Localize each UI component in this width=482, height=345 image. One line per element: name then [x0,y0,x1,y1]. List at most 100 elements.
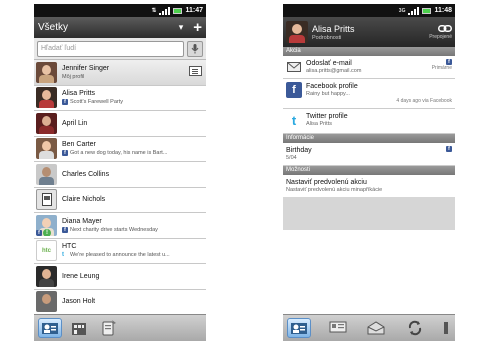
contact-row[interactable]: Claire Nichols [34,187,206,213]
contacts-header: Všetky ▾ + [34,17,206,38]
link-contacts-button[interactable]: Prepojené [429,24,452,40]
notification-badge-icon: ! [43,228,51,236]
contact-status: We're pleased to announce the latest u..… [70,252,170,259]
contact-row[interactable]: Irene Leung [34,264,206,290]
updates-tab[interactable] [403,318,427,338]
filter-dropdown-label[interactable]: Všetky [38,22,179,33]
option-description: Nastaviť predvolenú akciu minapříkácie [286,187,383,193]
signal-icon [159,6,171,15]
messages-tab-icon [329,321,346,333]
avatar [36,163,57,185]
contact-row-my-profile[interactable]: Jennifer Singer Môj profil [34,60,206,86]
facebook-profile-row[interactable]: f Facebook profile Rainy but happy... 4 d… [283,79,455,109]
contact-row[interactable]: f! Diana Mayer f Next charity drive starts… [34,213,206,239]
action-label: Odoslať e-mail [306,60,352,67]
htc-logo: htc [36,240,57,262]
facebook-icon: f [286,82,302,98]
contact-status: Scott's Farewell Party [70,99,124,106]
contact-row[interactable]: April Lin [34,111,206,137]
info-label: Birthday [286,147,312,154]
facebook-icon: f [62,150,68,157]
contact-details-header: Alisa Pritts Podrobnosti Prepojené [283,17,455,47]
birthday-row[interactable]: Birthday 5/04 f [283,143,455,166]
facebook-icon: f [36,229,42,236]
call-history-tab-icon [102,320,116,336]
contact-name: Claire Nichols [62,196,106,204]
contact-name: Alisa Pritts [62,90,96,98]
contact-row[interactable]: Ben Carter f Got a new dog today, his name… [34,136,206,162]
chevron-down-icon[interactable]: ▾ [179,22,184,33]
contact-row[interactable]: Alisa Pritts f Scott's Farewell Party [34,85,206,111]
avatar [36,61,57,83]
updates-tab-icon [408,320,421,336]
status-bar: ⇅ 11:47 [34,4,206,17]
network-type: 3G [398,7,406,14]
signal-icon [408,6,420,15]
facebook-icon: f [62,99,68,106]
link-label: Prepojené [429,33,452,40]
birthday-value: 5/04 [286,155,297,161]
details-tab[interactable] [287,318,311,338]
search-input[interactable]: Hľadať ľudí [37,40,184,57]
avatar [286,21,308,43]
twitter-profile-row[interactable]: t Twitter profile Alisa Pritts [283,109,455,134]
link-icon [438,24,452,32]
vcard-icon[interactable] [189,66,202,76]
section-header-info: Informácie [283,134,455,143]
twitter-icon: t [291,112,297,128]
contact-name: Alisa Pritts [312,23,355,34]
messages-tab[interactable] [326,318,350,338]
default-contact-icon [36,189,57,211]
groups-tab-icon [72,323,86,335]
send-email-row[interactable]: Odoslať e-mail alisa.pritts@gmail.com f Pr… [283,56,455,79]
contact-name: Charles Collins [62,170,110,178]
facebook-icon: f [446,146,452,152]
contact-subtitle: Môj profil [62,73,85,80]
contact-row[interactable]: htc HTC t We're pleased to announce the la… [34,238,206,264]
avatar [36,291,57,313]
contacts-tab[interactable] [38,318,62,338]
add-contact-button[interactable]: + [193,20,202,35]
avatar [36,265,57,287]
mail-tab[interactable] [364,318,388,338]
battery-icon [173,7,183,14]
microphone-icon [191,43,199,53]
facebook-status: Rainy but happy... [306,91,350,97]
contact-status: Got a new dog today, his name is Bart... [70,150,168,157]
contacts-tab-icon [42,323,58,334]
twitter-icon: t [62,252,64,259]
avatar [36,87,57,109]
contact-status: Next charity drive starts Wednesday [70,226,158,233]
clock: 11:47 [185,7,203,14]
battery-icon [422,7,432,14]
twitter-handle: Alisa Pritts [306,121,332,127]
set-default-action-row[interactable]: Nastaviť predvolenú akciu Nastaviť predvo… [283,175,455,197]
clock: 11:48 [434,7,452,14]
option-label: Nastaviť predvolenú akciu [286,179,367,186]
contact-row[interactable]: Jason Holt [34,289,206,315]
bottom-tab-bar [283,314,455,341]
microphone-button[interactable] [187,40,203,57]
avatar [36,138,57,160]
contact-row[interactable]: Charles Collins [34,162,206,188]
section-header-options: Možnosti [283,166,455,175]
status-bar: 3G 11:48 [283,4,455,17]
search-row: Hľadať ľudí [34,38,206,60]
contact-name: HTC [62,243,77,251]
mail-icon [286,59,302,75]
contact-name: Jennifer Singer [62,64,110,72]
empty-area [283,230,455,314]
email-address: alisa.pritts@gmail.com [306,68,362,74]
more-tab[interactable] [441,318,451,338]
avatar [36,112,57,134]
groups-tab[interactable] [67,318,91,338]
call-history-tab[interactable] [96,318,120,338]
more-tab-icon [444,322,448,334]
contact-name: Jason Holt [62,298,96,306]
primary-label: Primárne [431,65,452,71]
bottom-tab-bar [34,314,206,341]
contact-name: Irene Leung [62,272,100,280]
contact-name: April Lin [62,119,88,127]
mail-tab-icon [367,321,385,335]
page-subtitle: Podrobnosti [312,34,342,41]
